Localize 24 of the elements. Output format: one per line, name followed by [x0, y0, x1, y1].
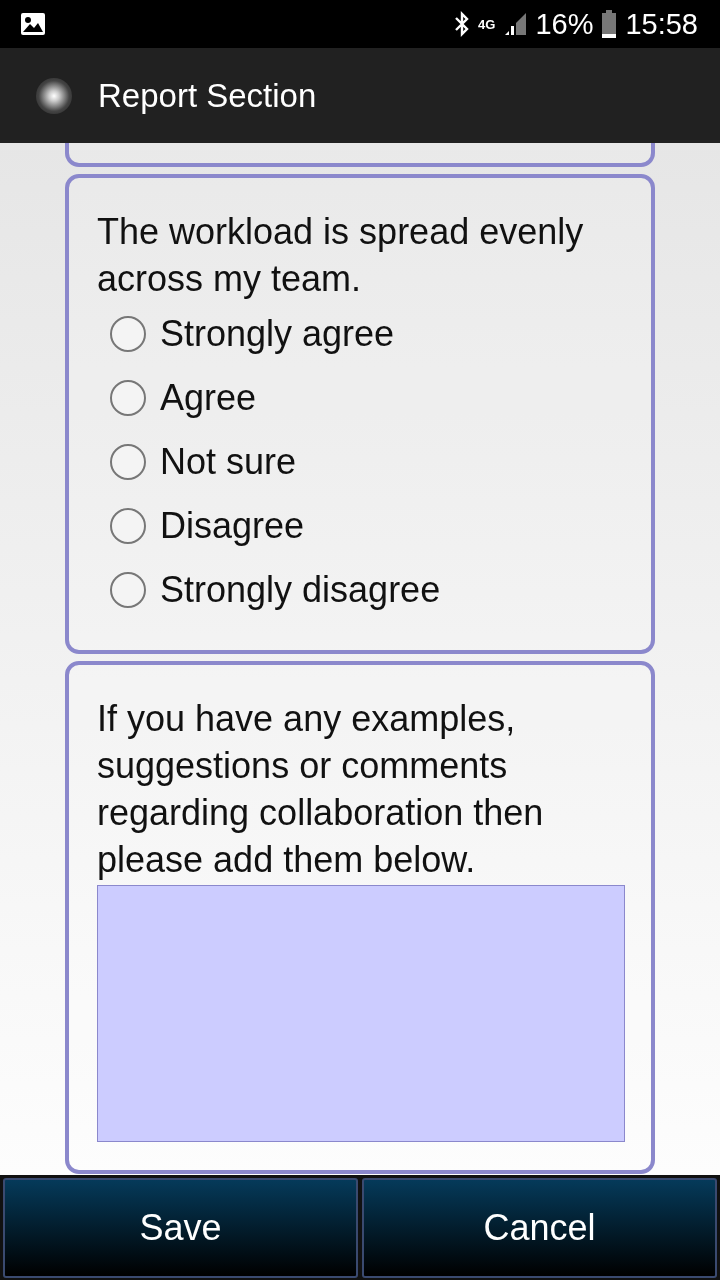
- radio-button[interactable]: [110, 572, 146, 608]
- network-label: 4G: [478, 17, 496, 31]
- app-icon: [36, 77, 72, 114]
- radio-button[interactable]: [110, 316, 146, 352]
- cancel-button[interactable]: Cancel: [362, 1178, 717, 1278]
- battery-percent: 16%: [535, 9, 594, 39]
- radio-option[interactable]: Strongly agree: [97, 302, 627, 366]
- question-text: The workload is spread evenly across my team.: [97, 210, 585, 301]
- comment-field[interactable]: [97, 885, 625, 1142]
- image-icon: [20, 12, 46, 36]
- question-text: If you have any examples, suggestions or comments regarding collaboration then please add them below.: [97, 697, 545, 882]
- app-title: Report Section: [98, 75, 317, 116]
- signal-icon: [503, 12, 528, 36]
- radio-button[interactable]: [110, 508, 146, 544]
- radio-option[interactable]: Strongly disagree: [97, 558, 627, 622]
- radio-option[interactable]: Disagree: [97, 494, 627, 558]
- bluetooth-icon: [454, 11, 471, 37]
- clock: 15:58: [625, 9, 698, 39]
- radio-option[interactable]: Agree: [97, 366, 627, 430]
- battery-icon: [601, 10, 618, 38]
- radio-button[interactable]: [110, 380, 146, 416]
- radio-option[interactable]: Not sure: [97, 430, 627, 494]
- radio-button[interactable]: [110, 444, 146, 480]
- save-button[interactable]: Save: [3, 1178, 358, 1278]
